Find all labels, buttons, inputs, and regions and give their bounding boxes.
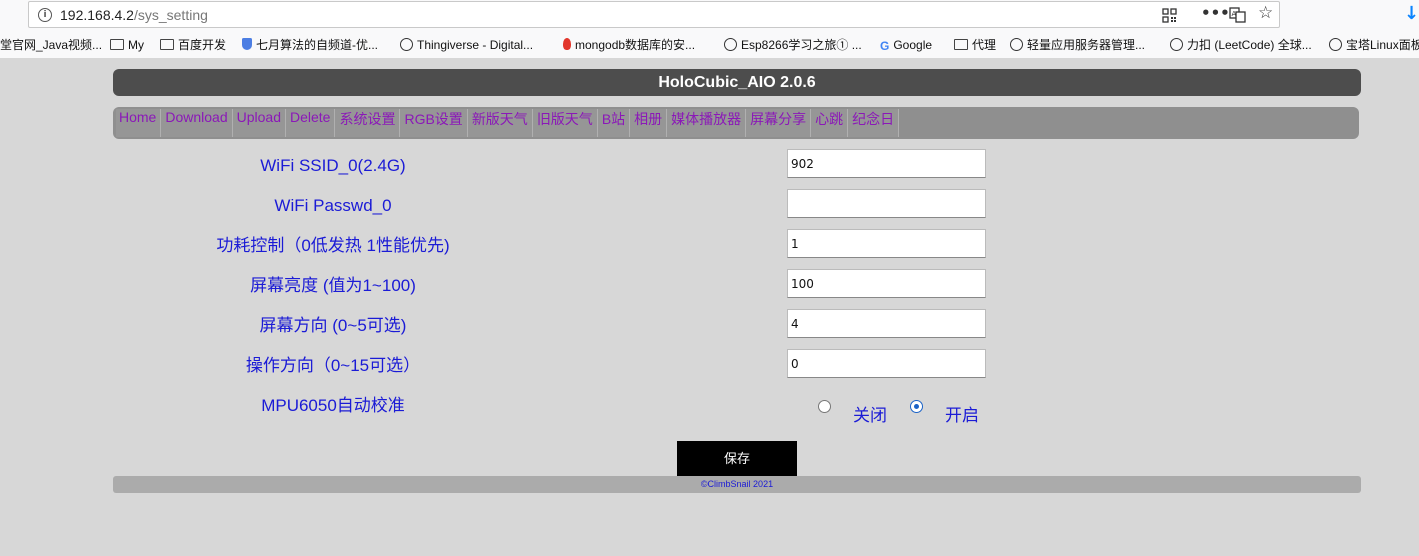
nav-item-album[interactable]: 相册 — [630, 109, 668, 137]
mpu-calibration-label: MPU6050自动校准 — [261, 396, 405, 415]
page-title: HoloCubic_AIO 2.0.6 — [113, 69, 1361, 96]
download-icon[interactable]: ↓ — [1404, 3, 1419, 24]
nav-item-home[interactable]: Home — [116, 109, 162, 137]
bookmark-item[interactable]: 宝塔Linux面板 — [1329, 37, 1419, 53]
brightness-input[interactable] — [787, 269, 986, 298]
url-host: 192.168.4.2 — [60, 7, 134, 23]
mpu-off-radio[interactable] — [818, 400, 831, 413]
nav-item-new-weather[interactable]: 新版天气 — [467, 109, 533, 137]
star-icon[interactable]: ☆ — [1258, 4, 1273, 22]
folder-icon — [110, 39, 124, 50]
mpu-off-label: 关闭 — [853, 406, 887, 425]
address-bar[interactable]: i 192.168.4.2/sys_setting ••• A ☆ — [28, 1, 1280, 28]
nav-item-screen-share[interactable]: 屏幕分享 — [746, 109, 812, 137]
nav-item-media-player[interactable]: 媒体播放器 — [667, 109, 747, 137]
bookmark-item[interactable]: 七月算法的自频道-优... — [242, 37, 378, 53]
folder-icon — [160, 39, 174, 50]
flame-icon — [563, 38, 571, 50]
nav-item-bilibili[interactable]: B站 — [597, 109, 631, 137]
nav-item-system-settings[interactable]: 系统设置 — [335, 109, 401, 137]
folder-icon — [954, 39, 968, 50]
power-control-input[interactable] — [787, 229, 986, 258]
bookmark-item[interactable]: Thingiverse - Digital... — [400, 37, 533, 53]
nav-item-delete[interactable]: Delete — [286, 109, 336, 137]
browser-chrome: i 192.168.4.2/sys_setting ••• A ☆ ↓ 堂官网_… — [0, 0, 1419, 58]
url-path: /sys_setting — [133, 7, 208, 23]
wifi-ssid-label: WiFi SSID_0(2.4G) — [260, 156, 406, 175]
bookmark-item[interactable]: 代理 — [954, 37, 996, 53]
bookmark-item[interactable]: G Google — [880, 37, 932, 53]
nav-item-upload[interactable]: Upload — [232, 109, 286, 137]
globe-icon — [724, 38, 737, 51]
save-button[interactable]: 保存 — [677, 441, 797, 476]
wifi-password-label: WiFi Passwd_0 — [274, 196, 392, 215]
globe-icon — [1010, 38, 1023, 51]
nav-item-anniversary[interactable]: 纪念日 — [848, 109, 900, 137]
operation-direction-label: 操作方向（0~15可选） — [245, 356, 421, 375]
wifi-password-input[interactable] — [787, 189, 986, 218]
google-icon: G — [880, 39, 890, 53]
bookmark-item[interactable]: Esp8266学习之旅① ... — [724, 37, 862, 53]
nav-item-download[interactable]: Download — [161, 109, 233, 137]
bookmark-item[interactable]: mongodb数据库的安... — [563, 37, 695, 53]
power-control-label: 功耗控制（0低发热 1性能优先) — [216, 236, 450, 255]
nav-item-heartbeat[interactable]: 心跳 — [811, 109, 849, 137]
bookmark-item[interactable]: 百度开发 — [160, 37, 226, 53]
globe-icon — [400, 38, 413, 51]
bookmark-item[interactable]: 堂官网_Java视频... — [0, 37, 102, 53]
translate-icon[interactable]: A — [1229, 7, 1246, 23]
wifi-ssid-input[interactable] — [787, 149, 986, 178]
site-icon — [242, 38, 252, 50]
svg-text:A: A — [1232, 10, 1237, 18]
mpu-on-label: 开启 — [945, 406, 979, 425]
url-text[interactable]: 192.168.4.2/sys_setting — [60, 7, 208, 23]
nav-item-rgb-settings[interactable]: RGB设置 — [400, 109, 468, 137]
bookmarks-toolbar: 堂官网_Java视频... My 百度开发 七月算法的自频道-优... Thin… — [0, 33, 1419, 57]
mpu-on-radio[interactable] — [910, 400, 923, 413]
bookmark-item[interactable]: 轻量应用服务器管理... — [1010, 37, 1145, 53]
nav-item-old-weather[interactable]: 旧版天气 — [532, 109, 598, 137]
operation-direction-input[interactable] — [787, 349, 986, 378]
info-icon[interactable]: i — [38, 8, 52, 22]
screen-rotation-label: 屏幕方向 (0~5可选) — [259, 316, 407, 335]
nav-bar: Home Download Upload Delete 系统设置 RGB设置 新… — [113, 107, 1359, 139]
brightness-label: 屏幕亮度 (值为1~100) — [250, 276, 416, 295]
screen-rotation-input[interactable] — [787, 309, 986, 338]
globe-icon — [1170, 38, 1183, 51]
bookmark-item[interactable]: 力扣 (LeetCode) 全球... — [1170, 37, 1312, 53]
bookmark-item[interactable]: My — [110, 37, 144, 53]
more-icon[interactable]: ••• — [1201, 4, 1230, 22]
globe-icon — [1329, 38, 1342, 51]
qr-code-icon[interactable] — [1162, 8, 1177, 23]
footer-copyright: ©ClimbSnail 2021 — [113, 476, 1361, 493]
